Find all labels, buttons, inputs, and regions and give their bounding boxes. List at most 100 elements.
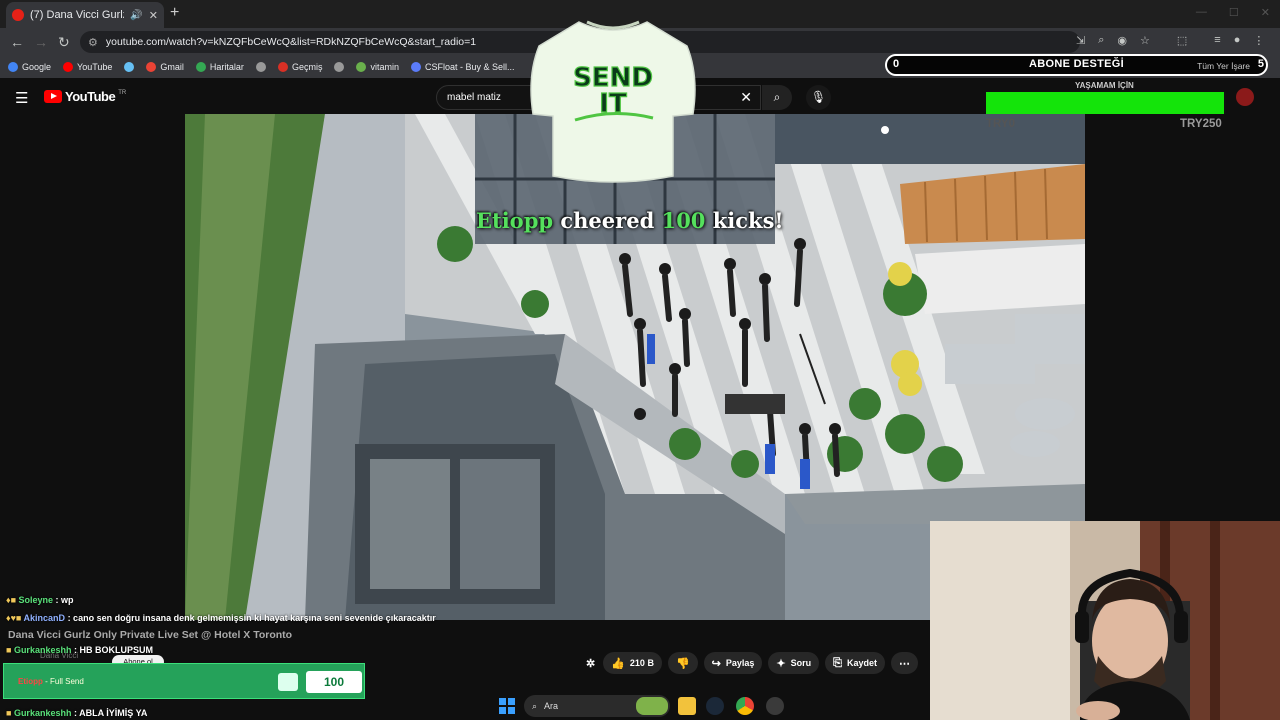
chrome-icon[interactable]: [736, 697, 754, 715]
reload-icon[interactable]: ↻: [58, 34, 70, 51]
more-actions-button[interactable]: ⋯: [890, 652, 918, 674]
clear-search-icon[interactable]: ✕: [740, 89, 752, 106]
bookmark-item[interactable]: [334, 62, 345, 72]
chat-text: : wp: [53, 595, 74, 605]
dislike-button[interactable]: 👎: [667, 652, 698, 674]
google-icon: [8, 62, 18, 72]
thumbs-up-icon: 👍: [611, 657, 625, 670]
bookmark-label: Google: [22, 62, 52, 72]
bookmark-label: Geçmiş: [291, 62, 323, 72]
menu-icon[interactable]: ⋮: [1253, 34, 1264, 47]
share-button[interactable]: ↪ Paylaş: [703, 652, 763, 674]
like-button[interactable]: 👍 210 B: [603, 652, 662, 674]
bookmark-item[interactable]: vitamin: [356, 62, 399, 72]
csfloat-icon: [410, 62, 421, 72]
chat-username: Gurkankeshh: [13, 645, 72, 655]
subgoal-max: TRY250: [1180, 118, 1222, 130]
shirt-icon: [278, 673, 298, 691]
chat-username: AkincanD: [23, 613, 66, 623]
share-icon: ↪: [711, 657, 721, 670]
streamer-webcam-feed: [930, 521, 1280, 720]
bookmark-label: vitamin: [370, 62, 399, 72]
bookmark-label: YouTube: [77, 62, 113, 72]
chat-text: : cano sen doğru insana denk gelmemişsin…: [65, 613, 436, 623]
window-controls: — ☐ ✕: [1196, 6, 1270, 19]
thumbs-down-icon: 👎: [675, 657, 690, 670]
chat-username: Soleyne: [18, 595, 54, 605]
hamburger-menu-icon[interactable]: ☰: [15, 89, 28, 107]
tab-title: (7) Dana Vicci Gurlz Only P...: [30, 9, 124, 21]
speaker-icon[interactable]: 🔊: [130, 10, 142, 21]
leaf-icon: [356, 62, 367, 72]
minimize-icon[interactable]: —: [1196, 6, 1207, 19]
account-avatar[interactable]: [1236, 88, 1254, 106]
chat-badge-icon: ■: [6, 645, 14, 655]
windows-start-icon[interactable]: [499, 698, 515, 714]
subgoal-progress-fill: [986, 92, 1224, 114]
save-button[interactable]: ⎘ Kaydet: [825, 652, 885, 674]
taskbar-search-placeholder: Ara: [544, 701, 559, 711]
globe-icon: [334, 62, 345, 72]
cheer-amount: 100: [661, 208, 706, 233]
cheer-suffix: kicks!: [712, 208, 784, 233]
file-explorer-icon[interactable]: [678, 697, 696, 715]
subgoal-progress-bar: [986, 92, 1226, 114]
gear-icon[interactable]: ✲: [584, 652, 597, 674]
site-info-icon[interactable]: ⚙: [88, 36, 98, 49]
close-tab-icon[interactable]: ✕: [149, 9, 158, 22]
bookmark-item[interactable]: CSFloat - Buy & Sell...: [410, 62, 515, 72]
url-text: youtube.com/watch?v=kNZQFbCeWcQ&list=RDk…: [105, 36, 477, 48]
search-icon: ⌕: [532, 700, 538, 711]
history-icon: [277, 62, 288, 72]
active-tab[interactable]: (7) Dana Vicci Gurlz Only P... 🔊 ✕: [6, 2, 164, 28]
cheer-word: cheered: [560, 208, 655, 233]
bookmark-item[interactable]: Gmail: [146, 62, 184, 72]
goal-target: 5: [1257, 58, 1264, 70]
steam-icon[interactable]: [706, 697, 724, 715]
bookmark-item[interactable]: [255, 62, 266, 72]
zoom-icon[interactable]: ⌕: [1098, 34, 1104, 47]
chat-text: : HB BOKLUPSUM: [71, 645, 153, 655]
bookmark-star-icon[interactable]: ☆: [1140, 34, 1150, 47]
globe-icon: [255, 62, 266, 72]
youtube-play-icon: [44, 90, 62, 103]
video-actions: ✲ 👍 210 B 👎 ↪ Paylaş ✦ Soru ⎘ Kaydet ⋯: [584, 652, 918, 674]
bookmark-label: Gmail: [160, 62, 184, 72]
maps-icon: [195, 62, 206, 72]
steam-icon: [124, 62, 135, 72]
region-code: TR: [118, 89, 127, 96]
app-icon[interactable]: [766, 697, 784, 715]
forward-icon[interactable]: →: [34, 34, 48, 50]
eye-off-icon[interactable]: ◉: [1117, 34, 1127, 47]
search-button[interactable]: ⌕: [762, 85, 792, 110]
new-tab-icon[interactable]: +: [170, 4, 179, 22]
bookmark-item[interactable]: Haritalar: [195, 62, 244, 72]
bookmark-icon: ⎘: [833, 656, 842, 669]
install-icon[interactable]: ⇲: [1076, 34, 1085, 47]
profile-icon[interactable]: ●: [1234, 34, 1241, 47]
microphone-icon: 🎙: [810, 90, 827, 104]
bookmark-item[interactable]: Google: [8, 62, 51, 72]
bookmark-item[interactable]: [124, 62, 135, 72]
bookmark-item[interactable]: YouTube: [63, 62, 112, 72]
close-window-icon[interactable]: ✕: [1261, 6, 1270, 19]
reading-list-icon[interactable]: ≡: [1214, 34, 1220, 47]
all-bookmarks-label[interactable]: Tüm Yer İşare: [1197, 61, 1250, 71]
maximize-icon[interactable]: ☐: [1229, 6, 1239, 19]
bookmark-label: Haritalar: [209, 62, 244, 72]
widget-icon[interactable]: [636, 697, 668, 715]
back-icon[interactable]: ←: [10, 34, 24, 50]
sparkle-icon: ✦: [776, 657, 786, 670]
bookmark-item[interactable]: Geçmiş: [277, 62, 323, 72]
ask-button[interactable]: ✦ Soru: [768, 652, 820, 674]
bookmark-label: CSFloat - Buy & Sell...: [424, 62, 515, 72]
cheer-user: Etiopp: [476, 208, 554, 233]
more-icon: ⋯: [898, 657, 910, 670]
youtube-logo[interactable]: YouTube TR: [44, 89, 126, 104]
youtube-favicon-icon: [12, 9, 24, 21]
subgoal-min: TRY0: [986, 118, 1015, 130]
extensions-icon[interactable]: ⬚: [1177, 34, 1187, 47]
voice-search-button[interactable]: 🎙: [806, 85, 831, 110]
chat-message: ■ Gurkankeshh : HB BOKLUPSUM: [6, 645, 153, 655]
chat-message: ♦■ Soleyne : wp: [6, 595, 74, 605]
